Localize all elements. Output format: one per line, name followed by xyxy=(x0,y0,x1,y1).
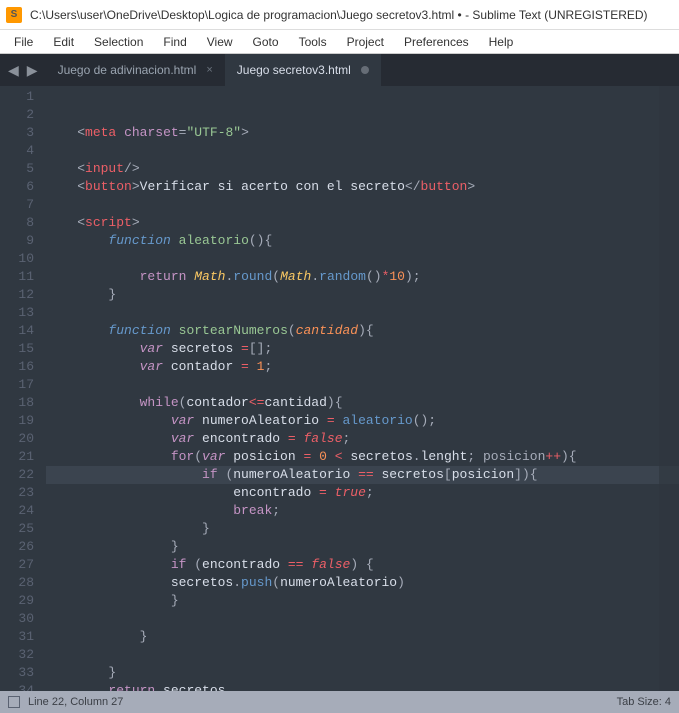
line-number: 24 xyxy=(0,502,34,520)
titlebar: S C:\Users\user\OneDrive\Desktop\Logica … xyxy=(0,0,679,30)
line-number: 17 xyxy=(0,376,34,394)
tab-label: Juego secretov3.html xyxy=(237,63,351,77)
code-line[interactable]: } xyxy=(46,628,679,646)
code-line[interactable]: var secretos =[]; xyxy=(46,340,679,358)
line-number: 16 xyxy=(0,358,34,376)
code-line[interactable]: function aleatorio(){ xyxy=(46,232,679,250)
line-number: 22 xyxy=(0,466,34,484)
line-number: 31 xyxy=(0,628,34,646)
line-number: 33 xyxy=(0,664,34,682)
code-line[interactable]: return secretos xyxy=(46,682,679,691)
code-line[interactable]: var encontrado = false; xyxy=(46,430,679,448)
tab[interactable]: Juego de adivinacion.html × xyxy=(46,54,225,86)
tab-size[interactable]: Tab Size: 4 xyxy=(617,696,671,708)
code-line[interactable]: <input/> xyxy=(46,160,679,178)
menu-edit[interactable]: Edit xyxy=(43,33,84,51)
code-line[interactable] xyxy=(46,376,679,394)
code-line[interactable]: secretos.push(numeroAleatorio) xyxy=(46,574,679,592)
line-number: 25 xyxy=(0,520,34,538)
menubar: FileEditSelectionFindViewGotoToolsProjec… xyxy=(0,30,679,54)
tabbar: ◀ ▶ Juego de adivinacion.html × Juego secr… xyxy=(0,54,679,86)
app-icon: S xyxy=(6,7,22,23)
statusbar: Line 22, Column 27 Tab Size: 4 xyxy=(0,691,679,713)
line-number: 23 xyxy=(0,484,34,502)
code-line[interactable] xyxy=(46,142,679,160)
menu-view[interactable]: View xyxy=(197,33,243,51)
menu-file[interactable]: File xyxy=(4,33,43,51)
line-number: 5 xyxy=(0,160,34,178)
code-line[interactable]: } xyxy=(46,286,679,304)
line-number: 34 xyxy=(0,682,34,691)
line-number: 6 xyxy=(0,178,34,196)
code-line[interactable]: break; xyxy=(46,502,679,520)
line-number: 29 xyxy=(0,592,34,610)
code-line[interactable] xyxy=(46,304,679,322)
code-line[interactable]: var contador = 1; xyxy=(46,358,679,376)
line-number: 20 xyxy=(0,430,34,448)
line-number: 8 xyxy=(0,214,34,232)
code-line[interactable] xyxy=(46,646,679,664)
line-number: 13 xyxy=(0,304,34,322)
menu-project[interactable]: Project xyxy=(337,33,394,51)
menu-find[interactable]: Find xyxy=(153,33,196,51)
tab[interactable]: Juego secretov3.html xyxy=(225,54,381,86)
code-line[interactable]: <meta charset="UTF-8"> xyxy=(46,124,679,142)
code-line[interactable]: while(contador<=cantidad){ xyxy=(46,394,679,412)
line-number: 30 xyxy=(0,610,34,628)
line-number: 14 xyxy=(0,322,34,340)
code-line[interactable]: encontrado = true; xyxy=(46,484,679,502)
line-number: 12 xyxy=(0,286,34,304)
code-line[interactable] xyxy=(46,610,679,628)
code-area[interactable]: <meta charset="UTF-8"> <input/> <button>… xyxy=(46,86,679,691)
menu-preferences[interactable]: Preferences xyxy=(394,33,479,51)
code-line[interactable] xyxy=(46,250,679,268)
line-number: 21 xyxy=(0,448,34,466)
line-number: 26 xyxy=(0,538,34,556)
editor[interactable]: 1234567891011121314151617181920212223242… xyxy=(0,86,679,691)
code-line[interactable]: } xyxy=(46,538,679,556)
line-number: 15 xyxy=(0,340,34,358)
line-number: 10 xyxy=(0,250,34,268)
code-line[interactable] xyxy=(46,196,679,214)
line-number: 19 xyxy=(0,412,34,430)
code-line[interactable]: <script> xyxy=(46,214,679,232)
cursor-position: Line 22, Column 27 xyxy=(28,696,123,708)
nav-back-icon[interactable]: ◀ xyxy=(8,62,19,79)
line-number: 11 xyxy=(0,268,34,286)
line-number: 27 xyxy=(0,556,34,574)
gutter: 1234567891011121314151617181920212223242… xyxy=(0,86,46,691)
nav-forward-icon[interactable]: ▶ xyxy=(27,62,38,79)
close-icon[interactable]: × xyxy=(206,64,212,76)
line-number: 7 xyxy=(0,196,34,214)
line-number: 32 xyxy=(0,646,34,664)
code-line[interactable]: if (numeroAleatorio == secretos[posicion… xyxy=(46,466,679,484)
code-line[interactable]: function sortearNumeros(cantidad){ xyxy=(46,322,679,340)
tab-label: Juego de adivinacion.html xyxy=(58,63,197,77)
nav-arrows: ◀ ▶ xyxy=(0,54,46,86)
line-number: 2 xyxy=(0,106,34,124)
menu-selection[interactable]: Selection xyxy=(84,33,153,51)
dirty-dot-icon xyxy=(361,66,369,74)
line-number: 4 xyxy=(0,142,34,160)
menu-help[interactable]: Help xyxy=(479,33,524,51)
line-number: 1 xyxy=(0,88,34,106)
line-number: 9 xyxy=(0,232,34,250)
menu-tools[interactable]: Tools xyxy=(289,33,337,51)
status-panel-icon[interactable] xyxy=(8,696,20,708)
menu-goto[interactable]: Goto xyxy=(243,33,289,51)
line-number: 28 xyxy=(0,574,34,592)
window-title: C:\Users\user\OneDrive\Desktop\Logica de… xyxy=(30,8,648,22)
code-line[interactable]: <button>Verificar si acerto con el secre… xyxy=(46,178,679,196)
code-line[interactable]: for(var posicion = 0 < secretos.lenght; … xyxy=(46,448,679,466)
code-line[interactable]: } xyxy=(46,664,679,682)
code-line[interactable]: } xyxy=(46,592,679,610)
line-number: 18 xyxy=(0,394,34,412)
line-number: 3 xyxy=(0,124,34,142)
code-line[interactable]: if (encontrado == false) { xyxy=(46,556,679,574)
code-line[interactable]: return Math.round(Math.random()*10); xyxy=(46,268,679,286)
code-line[interactable]: var numeroAleatorio = aleatorio(); xyxy=(46,412,679,430)
code-line[interactable]: } xyxy=(46,520,679,538)
